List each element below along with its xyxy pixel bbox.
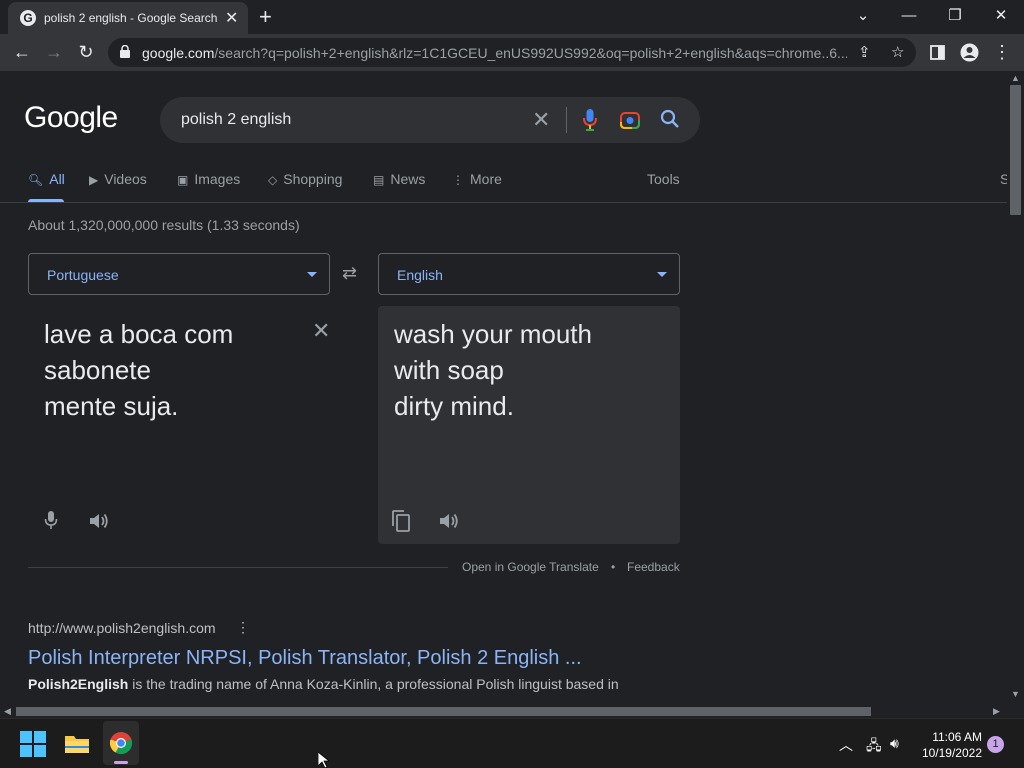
search-magnifier-icon[interactable] [660,109,680,129]
footer-separator: • [611,560,616,574]
scroll-left-arrow-icon[interactable]: ◀ [4,706,11,717]
tools-button[interactable]: Tools [647,171,680,187]
search-small-icon: 🔍︎ [28,173,44,187]
scroll-right-arrow-icon[interactable]: ▶ [993,706,1000,717]
tab-more[interactable]: ⋮ More [452,171,502,187]
notification-badge[interactable]: 1 [987,736,1004,753]
google-lens-icon[interactable] [620,110,640,130]
search-tabs: 🔍︎ All ▶ Videos ▣ Images ◇ Shopping ▤ News ⋮ M… [0,169,1007,203]
dropdown-caret-icon [657,272,667,277]
scroll-down-arrow-icon[interactable]: ▼ [1011,689,1020,699]
browser-tab[interactable]: G polish 2 english - Google Search ✕ [8,2,248,34]
side-panel-icon[interactable] [930,45,945,60]
result-title-link[interactable]: Polish Interpreter NRPSI, Polish Transla… [28,647,582,670]
tab-images[interactable]: ▣ Images [177,171,240,187]
copy-icon[interactable] [392,510,410,532]
search-results-page: Google polish 2 english ✕ 🔍︎ All ▶ Videos [0,71,1007,705]
restore-icon[interactable]: ❐ [940,4,970,28]
tab-all[interactable]: 🔍︎ All [28,171,65,187]
vertical-scrollbar[interactable]: ▲ ▼ [1007,71,1024,705]
back-icon[interactable]: ← [10,40,34,64]
result-options-icon[interactable]: ⋮ [236,619,250,636]
translation-output-area: wash your mouth with soap dirty mind. [378,306,680,544]
source-text-area[interactable]: lave a boca com sabonete mente suja. ✕ [28,306,348,544]
translator-footer: Open in Google Translate • Feedback [28,560,680,574]
clock-date: 10/19/2022 [921,746,982,760]
image-icon: ▣ [177,173,189,187]
source-language-label: Portuguese [47,267,119,283]
tab-search-chevron-icon[interactable]: ⌄ [848,4,878,28]
vertical-scroll-thumb[interactable] [1010,85,1021,215]
search-divider [566,107,567,133]
tab-title: polish 2 english - Google Search [44,11,218,25]
target-language-select[interactable]: English [378,253,680,295]
chrome-taskbar-button[interactable] [103,721,139,765]
source-text[interactable]: lave a boca com sabonete mente suja. [44,316,233,424]
show-hidden-icons-chevron-icon[interactable]: ︿ [839,735,853,755]
horizontal-scroll-thumb[interactable] [16,707,871,716]
browser-title-bar: G polish 2 english - Google Search ✕ + ⌄… [0,0,1024,34]
tab-shopping[interactable]: ◇ Shopping [268,171,342,187]
mouse-cursor-icon [318,752,330,768]
result-snippet: Polish2English is the trading name of An… [28,676,619,692]
kebab-menu-icon[interactable]: ⋮ [990,40,1014,64]
search-box[interactable]: polish 2 english ✕ [160,97,700,143]
tab-videos[interactable]: ▶ Videos [89,171,147,187]
system-clock[interactable]: 11:06 AM 10/19/2022 [920,729,982,761]
reload-icon[interactable]: ↻ [74,40,98,64]
dropdown-caret-icon [307,272,317,277]
voice-search-mic-icon[interactable] [583,109,597,131]
microphone-icon[interactable] [44,511,58,531]
swap-languages-icon[interactable]: ⇄ [342,263,357,284]
new-tab-icon[interactable]: + [259,4,272,30]
forward-icon[interactable]: → [42,40,66,64]
clock-time: 11:06 AM [932,730,982,744]
open-in-google-translate-link[interactable]: Open in Google Translate [462,560,599,574]
horizontal-scrollbar[interactable]: ◀ ▶ [0,705,1007,718]
address-bar[interactable]: google.com/search?q=polish+2+english&rlz… [108,38,916,67]
file-explorer-icon[interactable] [64,731,90,757]
more-vert-icon: ⋮ [452,173,464,187]
google-logo[interactable]: Google [24,101,118,135]
share-icon[interactable]: ⇪ [858,43,871,61]
chrome-icon [109,732,133,755]
play-icon: ▶ [89,173,99,187]
target-language-label: English [397,267,443,283]
browser-toolbar: ← → ↻ google.com/search?q=polish+2+engli… [0,34,1024,71]
tag-icon: ◇ [268,173,278,187]
windows-start-icon[interactable] [20,731,46,757]
network-icon[interactable]: 🖧︎ [866,735,882,759]
listen-source-speaker-icon[interactable] [88,511,110,531]
bookmark-star-icon[interactable]: ☆ [891,43,904,61]
newspaper-icon: ▤ [373,173,385,187]
close-tab-icon[interactable]: ✕ [225,8,238,28]
translated-text: wash your mouth with soap dirty mind. [394,319,592,421]
listen-translation-speaker-icon[interactable] [438,511,460,531]
active-tab-indicator [28,199,64,202]
clear-search-icon[interactable]: ✕ [532,107,550,133]
divider [28,567,448,568]
minimize-icon[interactable]: — [894,4,924,28]
volume-icon[interactable]: 🔊︎ [890,735,899,752]
safesearch-button[interactable]: S [1000,171,1007,187]
windows-taskbar: ︿ 🖧︎ 🔊︎ 11:06 AM 10/19/2022 1 [0,718,1024,768]
close-window-icon[interactable]: ✕ [986,4,1016,28]
source-language-select[interactable]: Portuguese [28,253,330,295]
search-input[interactable]: polish 2 english [181,111,291,129]
profile-avatar-icon[interactable] [960,43,979,62]
google-favicon-icon: G [20,10,36,26]
scroll-up-arrow-icon[interactable]: ▲ [1011,73,1020,83]
tab-news[interactable]: ▤ News [373,171,425,187]
result-url[interactable]: http://www.polish2english.com [28,620,216,636]
clear-source-icon[interactable]: ✕ [312,318,330,344]
url-text[interactable]: google.com/search?q=polish+2+english&rlz… [142,45,847,61]
lock-icon[interactable] [120,45,130,58]
result-stats: About 1,320,000,000 results (1.33 second… [28,217,300,233]
feedback-link[interactable]: Feedback [627,560,680,574]
running-indicator [114,761,128,764]
